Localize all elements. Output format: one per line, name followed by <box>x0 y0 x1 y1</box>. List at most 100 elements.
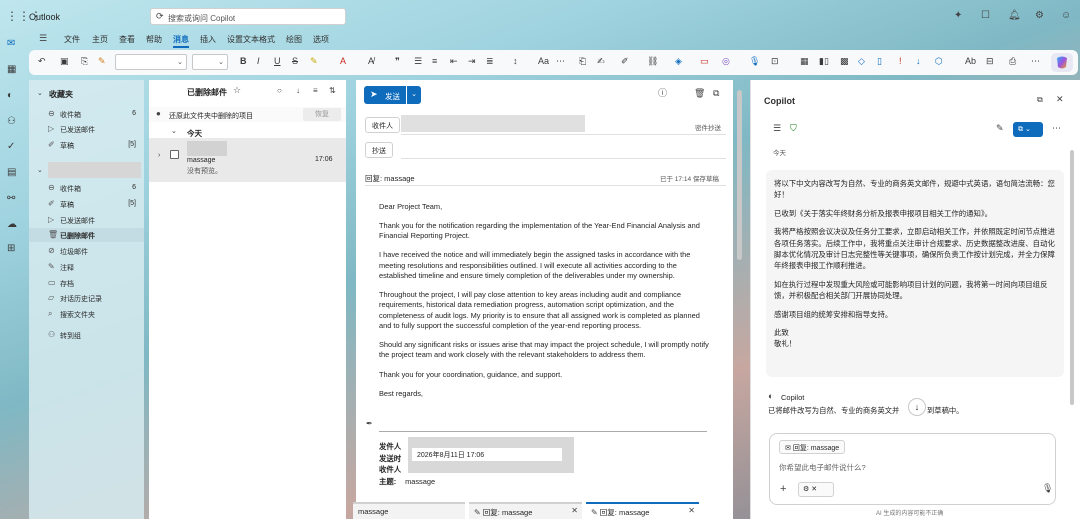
tab-format-text[interactable]: 设置文本格式 <box>227 34 275 45</box>
cloud-icon[interactable]: ☁ <box>7 219 17 230</box>
people-icon[interactable]: ⚇ <box>7 116 16 127</box>
draft-tab-1[interactable]: massage <box>353 502 465 519</box>
chevron-right-icon[interactable]: › <box>158 152 160 159</box>
mic-icon[interactable]: 🎙︎ <box>1042 484 1053 493</box>
filter-icon[interactable]: ≡ <box>313 87 318 95</box>
todo-icon[interactable]: ✓ <box>7 141 15 152</box>
copilot-scrollbar[interactable] <box>1070 150 1074 405</box>
styles-icon[interactable]: Aa <box>538 56 549 66</box>
draft-tab-2[interactable]: ✎ 回复: massage ✕ <box>469 502 582 519</box>
subject-field[interactable]: 回复: massage <box>365 173 415 184</box>
importance-high-icon[interactable]: ! <box>899 56 902 66</box>
folder-drafts[interactable]: ✐ 草稿 [5] <box>29 197 144 211</box>
tab-file[interactable]: 文件 <box>64 34 80 45</box>
restore-button[interactable]: 恢复 <box>303 108 341 121</box>
tool-chip[interactable]: ⚙ ✕ <box>798 482 834 497</box>
hamburger-icon[interactable]: ☰ <box>39 34 47 43</box>
font-size-select[interactable]: ⌄ <box>192 54 228 70</box>
goto-groups[interactable]: ⚇ 转到组 <box>29 328 144 342</box>
importance-low-icon[interactable]: ↓ <box>916 56 921 66</box>
context-chip[interactable]: ✉ 回复: massage <box>779 440 846 454</box>
bell-icon[interactable]: 🔔︎ <box>1008 11 1021 21</box>
favorite-inbox[interactable]: ⊖ 收件箱 6 <box>29 107 144 121</box>
mail-icon[interactable]: ✉ <box>7 38 15 49</box>
font-color-icon[interactable]: A <box>340 56 346 66</box>
popout-icon[interactable]: ⧉ <box>713 89 719 98</box>
jump-icon[interactable]: ↓ <box>296 87 300 95</box>
bullets-icon[interactable]: ☰ <box>414 56 422 67</box>
folder-deleted[interactable]: 🗑︎ 已删除邮件 <box>29 228 144 242</box>
dictate-icon[interactable]: 🎙︎ <box>749 56 760 67</box>
italic-icon[interactable]: I <box>257 56 260 66</box>
security-icon[interactable]: ⓘ <box>658 89 667 98</box>
more-options-icon[interactable]: ⋯ <box>1031 56 1040 67</box>
chevron-down-icon[interactable]: ⌄ <box>37 90 43 97</box>
more-format-icon[interactable]: ⋯ <box>556 56 565 67</box>
feedback-icon[interactable]: ☐ <box>981 11 990 21</box>
tab-help[interactable]: 帮助 <box>146 34 162 45</box>
print-icon[interactable]: ⎙ <box>1009 56 1016 67</box>
paste-icon[interactable]: ▣ <box>60 56 69 67</box>
discard-icon[interactable]: 🗑︎ <box>694 89 705 98</box>
gear-icon[interactable]: ⚙ <box>1035 11 1044 21</box>
format-painter-icon[interactable]: ✎ <box>98 56 106 67</box>
spelling-icon[interactable]: Ab <box>965 56 976 66</box>
select-checkbox[interactable] <box>170 150 179 159</box>
account-icon[interactable]: ☺ <box>1061 11 1071 21</box>
clear-format-icon[interactable]: A̸ <box>368 56 374 66</box>
folder-conversation-history[interactable]: ▱ 对话历史记录 <box>29 291 144 305</box>
indent-decrease-icon[interactable]: ⇤ <box>450 56 458 67</box>
accessibility-icon[interactable]: ⊟ <box>986 56 994 67</box>
org-icon[interactable]: ⚯ <box>7 193 15 204</box>
favorite-drafts[interactable]: ✐ 草稿 [5] <box>29 138 144 152</box>
star-icon[interactable]: ☆ <box>233 86 241 95</box>
folder-inbox[interactable]: ⊖ 收件箱 6 <box>29 181 144 195</box>
email-body[interactable]: Dear Project Team, Thank you for the not… <box>379 202 714 408</box>
tab-options[interactable]: 选项 <box>313 34 329 45</box>
signature-icon[interactable]: ✍ <box>597 56 605 67</box>
calendar-icon[interactable]: ▦ <box>7 64 16 75</box>
numbering-icon[interactable]: ≡ <box>432 56 437 66</box>
table-icon[interactable]: ▦ <box>800 56 809 67</box>
sensitivity-icon[interactable]: ⬡ <box>935 56 943 67</box>
font-family-select[interactable]: ⌄ <box>115 54 187 70</box>
compose-scrollbar[interactable] <box>737 90 742 260</box>
more-icon[interactable]: ⋯ <box>1052 124 1061 133</box>
cc-button[interactable]: 抄送 <box>365 142 393 158</box>
teams-icon[interactable]: ✦ <box>954 11 962 21</box>
bcc-link[interactable]: 密件抄送 <box>695 122 721 132</box>
tab-view[interactable]: 查看 <box>119 34 135 45</box>
video-icon[interactable]: ▭ <box>700 56 709 67</box>
draft-tab-3[interactable]: ✎ 回复: massage ✕ <box>586 502 699 519</box>
indent-increase-icon[interactable]: ⇥ <box>468 56 476 67</box>
folder-archive[interactable]: ▭ 存档 <box>29 276 144 290</box>
chevron-down-icon[interactable]: ⌄ <box>37 167 43 174</box>
scroll-down-button[interactable]: ↓ <box>908 398 926 416</box>
send-button[interactable]: ➤ 发送 <box>364 86 406 104</box>
strikethrough-icon[interactable]: S <box>292 56 298 66</box>
message-item[interactable]: › massage 17:06 没有预览。 <box>149 138 346 182</box>
line-spacing-icon[interactable]: ↕ <box>513 56 518 66</box>
viva-icon[interactable]: ◎ <box>722 56 730 67</box>
folder-search-folders[interactable]: ⌕ 搜索文件夹 <box>29 307 144 321</box>
popout-icon[interactable]: ⧉ <box>1037 96 1043 104</box>
editor-icon[interactable]: ✐ <box>621 56 629 67</box>
copilot-logo-icon[interactable] <box>1051 53 1073 72</box>
notes-icon[interactable]: ▤ <box>7 167 16 178</box>
sort-icon[interactable]: ⇅ <box>329 87 336 95</box>
highlight-icon[interactable]: ✎ <box>310 56 318 67</box>
chart-icon[interactable]: ▮▯ <box>819 56 829 67</box>
filter-circle-icon[interactable]: ○ <box>277 87 282 95</box>
search-box[interactable]: ⟳ 搜索或询问 Copilot <box>150 8 346 25</box>
link-icon[interactable]: ⛓ <box>647 56 658 67</box>
tab-home[interactable]: 主页 <box>92 34 108 45</box>
chevron-down-icon[interactable]: ⌄ <box>171 128 177 135</box>
account-name-redacted[interactable] <box>48 162 141 178</box>
picture-icon[interactable]: ▩ <box>840 56 849 67</box>
new-chat-button[interactable]: ⧉ ⌄ <box>1013 122 1043 137</box>
apps-toolbar-icon[interactable]: ◇ <box>858 56 865 67</box>
clipboard-icon[interactable]: ⎘ <box>81 56 88 67</box>
close-icon[interactable]: ✕ <box>688 507 695 515</box>
apps-icon[interactable]: ⊞ <box>7 243 15 254</box>
align-icon[interactable]: ≣ <box>486 56 494 67</box>
